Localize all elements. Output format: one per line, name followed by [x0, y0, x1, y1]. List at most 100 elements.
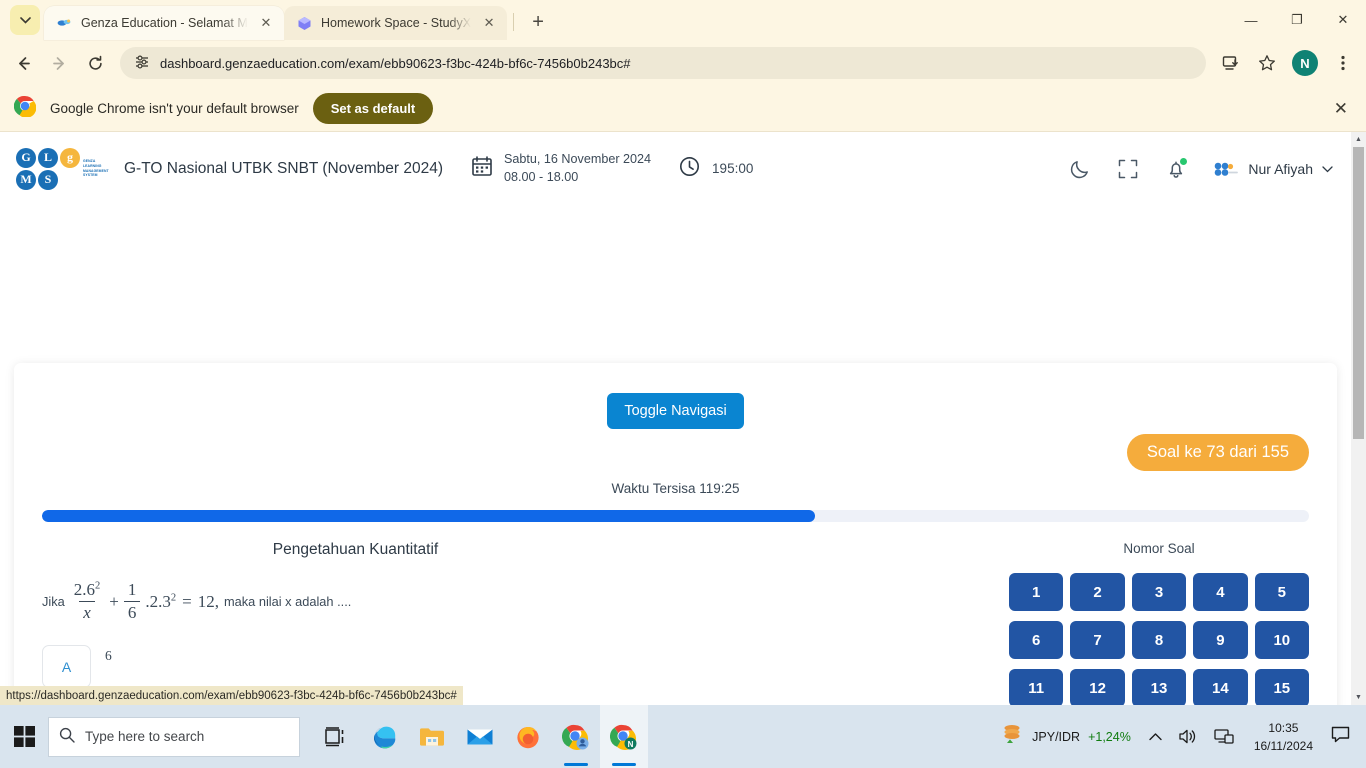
- fraction-2: 1 6: [123, 580, 141, 623]
- question-number-5[interactable]: 5: [1254, 573, 1309, 611]
- clock-date: 16/11/2024: [1253, 738, 1313, 753]
- minimize-button[interactable]: —: [1228, 0, 1274, 40]
- question-column: Pengetahuan Kuantitatif Jika 2.62 x + 1 …: [42, 541, 1009, 705]
- app-header: G L g M S GENZA LEARNING MANAGEMENT SYST…: [0, 132, 1351, 205]
- plus-operator: +: [109, 591, 119, 611]
- back-icon[interactable]: [6, 46, 40, 80]
- question-progress-badge[interactable]: Soal ke 73 dari 155: [1126, 434, 1309, 471]
- exam-date-block: Sabtu, 16 November 2024 08.00 - 18.00: [471, 151, 651, 187]
- firefox-icon[interactable]: [504, 705, 552, 768]
- tab-close-icon[interactable]: ✕: [257, 14, 275, 32]
- navigator-title: Nomor Soal: [1123, 541, 1195, 556]
- toggle-navigation-button[interactable]: Toggle Navigasi: [607, 393, 744, 429]
- question-number-15[interactable]: 15: [1254, 669, 1309, 705]
- f1-num-base: 2.6: [73, 580, 96, 599]
- microsoft-edge-icon[interactable]: [360, 705, 408, 768]
- mid-base: .2.3: [145, 591, 171, 611]
- start-button[interactable]: [0, 705, 48, 768]
- question-number-13[interactable]: 13: [1131, 669, 1187, 705]
- taskbar-pinned-apps: N: [312, 705, 648, 768]
- tab-search-button[interactable]: [10, 5, 40, 35]
- exam-duration: 195:00: [712, 161, 754, 176]
- notifications-bell-icon[interactable]: [1165, 156, 1189, 180]
- tab-title: Homework Space - StudyX: [321, 16, 472, 30]
- action-center-icon[interactable]: [1325, 726, 1362, 748]
- infobar-close-icon[interactable]: ✕: [1330, 99, 1352, 119]
- window-controls: — ❐ ✕: [1228, 0, 1366, 40]
- chrome-profile-n-icon[interactable]: N: [600, 705, 648, 768]
- answer-option[interactable]: A6: [42, 645, 989, 688]
- mid-exponent: 2: [170, 591, 177, 603]
- exam-page: G L g M S GENZA LEARNING MANAGEMENT SYST…: [0, 132, 1351, 705]
- profile-avatar[interactable]: N: [1292, 50, 1318, 76]
- question-number-11[interactable]: 11: [1009, 669, 1064, 705]
- equals-operator: =: [182, 591, 192, 611]
- close-window-button[interactable]: ✕: [1320, 0, 1366, 40]
- scrollbar-thumb[interactable]: [1353, 147, 1364, 439]
- stock-change: +1,24%: [1088, 729, 1131, 744]
- time-progress-bar: [42, 510, 1309, 522]
- chrome-menu-icon[interactable]: [1326, 46, 1360, 80]
- question-number-8[interactable]: 8: [1131, 621, 1187, 659]
- forward-icon[interactable]: [42, 46, 76, 80]
- mid-term: .2.32: [145, 592, 176, 612]
- chevron-down-icon[interactable]: [1322, 160, 1333, 178]
- question-number-4[interactable]: 4: [1193, 573, 1248, 611]
- network-icon[interactable]: [1206, 728, 1242, 745]
- mail-icon[interactable]: [456, 705, 504, 768]
- question-prefix: Jika: [42, 594, 65, 609]
- link-status-bubble: https://dashboard.genzaeducation.com/exa…: [0, 686, 463, 705]
- question-number-7[interactable]: 7: [1070, 621, 1125, 659]
- exam-duration-block: 195:00: [679, 156, 753, 182]
- windows-taskbar: Type here to search N JPY/IDR +1,24% 10:…: [0, 705, 1366, 768]
- browser-tab-2[interactable]: Homework Space - StudyX ✕: [284, 6, 508, 40]
- question-number-12[interactable]: 12: [1070, 669, 1125, 705]
- user-name: Nur Afiyah: [1248, 160, 1313, 177]
- task-view-icon[interactable]: [312, 705, 360, 768]
- address-bar[interactable]: dashboard.genzaeducation.com/exam/ebb906…: [120, 47, 1206, 79]
- logo-letter-g: G: [16, 147, 36, 168]
- question-number-10[interactable]: 10: [1254, 621, 1309, 659]
- question-number-14[interactable]: 14: [1193, 669, 1248, 705]
- question-number-2[interactable]: 2: [1070, 573, 1125, 611]
- question-number-6[interactable]: 6: [1009, 621, 1064, 659]
- fraction-2-denominator: 6: [123, 601, 141, 623]
- tab-close-icon[interactable]: ✕: [480, 14, 498, 32]
- user-menu[interactable]: Nur Afiyah: [1213, 160, 1333, 178]
- tab-favicon-studyx: [296, 15, 312, 31]
- clock-time: 10:35: [1268, 720, 1299, 735]
- fullscreen-icon[interactable]: [1117, 158, 1139, 180]
- show-hidden-icons-chevron[interactable]: [1141, 732, 1170, 741]
- bookmark-star-icon[interactable]: [1250, 46, 1284, 80]
- taskbar-clock[interactable]: 10:35 16/11/2024: [1242, 719, 1325, 755]
- page-scrollbar[interactable]: ▲ ▼: [1351, 132, 1366, 705]
- browser-tab-1[interactable]: Genza Education - Selamat Men ✕: [44, 6, 284, 40]
- install-app-icon[interactable]: [1214, 46, 1248, 80]
- tab-strip: Genza Education - Selamat Men ✕ Homework…: [0, 0, 1366, 40]
- option-key-a[interactable]: A: [42, 645, 91, 688]
- set-as-default-button[interactable]: Set as default: [312, 93, 434, 124]
- volume-icon[interactable]: [1170, 728, 1206, 745]
- question-number-1[interactable]: 1: [1009, 573, 1064, 611]
- taskbar-search-input[interactable]: Type here to search: [48, 716, 300, 757]
- logo-letter-l: L: [38, 147, 58, 168]
- exam-body: Pengetahuan Kuantitatif Jika 2.62 x + 1 …: [42, 541, 1309, 705]
- file-explorer-icon[interactable]: [408, 705, 456, 768]
- scroll-up-arrow[interactable]: ▲: [1351, 132, 1366, 147]
- stock-widget[interactable]: JPY/IDR +1,24%: [982, 723, 1141, 750]
- maximize-button[interactable]: ❐: [1274, 0, 1320, 40]
- search-icon: [59, 727, 75, 746]
- question-number-9[interactable]: 9: [1193, 621, 1248, 659]
- scroll-down-arrow[interactable]: ▼: [1351, 690, 1366, 705]
- header-actions: Nur Afiyah: [1069, 156, 1333, 180]
- site-settings-icon[interactable]: [134, 54, 150, 72]
- chrome-profile-1-icon[interactable]: [552, 705, 600, 768]
- reload-icon[interactable]: [78, 46, 112, 80]
- question-number-grid: 1234567891011121314151617181920212223242…: [1009, 573, 1309, 705]
- logo-letter-s: S: [38, 169, 58, 190]
- time-progress-fill: [42, 510, 815, 522]
- new-tab-button[interactable]: +: [524, 8, 552, 36]
- question-number-3[interactable]: 3: [1131, 573, 1187, 611]
- dark-mode-icon[interactable]: [1069, 158, 1091, 180]
- stock-label: JPY/IDR: [1032, 729, 1081, 744]
